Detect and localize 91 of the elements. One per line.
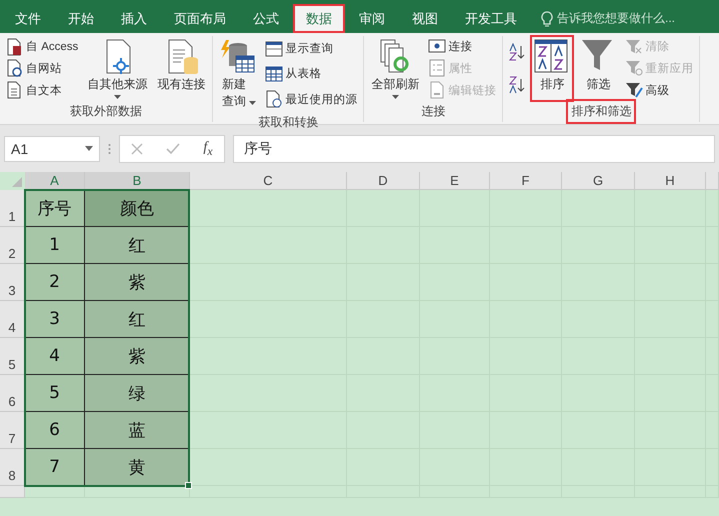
row-header[interactable]: 8: [0, 449, 25, 486]
cancel-icon[interactable]: [131, 142, 144, 154]
sort-icon: [534, 38, 570, 74]
ribbon-button[interactable]: 最近使用的源: [263, 89, 360, 110]
table-cell: [420, 190, 490, 227]
group-label: 排序和筛选: [568, 101, 634, 122]
table-cell: 3: [25, 301, 85, 338]
ribbon-tab[interactable]: 插入: [108, 4, 160, 33]
sort-ascending-icon[interactable]: [509, 43, 526, 62]
lightbulb-icon: [541, 10, 553, 26]
table-cell: 颜色: [85, 190, 190, 227]
row-header[interactable]: 7: [0, 412, 25, 449]
database-table-icon: [220, 38, 256, 74]
ribbon-button[interactable]: 自文本: [4, 80, 80, 100]
column-header[interactable]: D: [347, 172, 420, 190]
column-header[interactable]: E: [420, 172, 490, 190]
document-icon: [6, 38, 24, 56]
table-cell: 黄: [85, 449, 190, 486]
table-cell: 红: [85, 301, 190, 338]
column-header[interactable]: F: [490, 172, 562, 190]
name-box[interactable]: A1: [4, 136, 100, 162]
ribbon-tab[interactable]: 视图: [399, 4, 451, 33]
table-cell: 1: [25, 227, 85, 264]
tell-me-field[interactable]: 告诉我您想要做什么...: [541, 4, 676, 33]
column-header[interactable]: H: [635, 172, 706, 190]
funnel-icon: [625, 81, 644, 100]
ribbon-button[interactable]: 自网站: [4, 58, 80, 78]
column-header[interactable]: [706, 172, 719, 190]
ribbon-tab[interactable]: 审阅: [346, 4, 398, 33]
row-header[interactable]: 3: [0, 264, 25, 301]
ribbon-tab[interactable]: 页面布局: [161, 4, 239, 33]
table-cell: [635, 190, 706, 227]
table-cell: [25, 486, 85, 498]
ribbon-tab[interactable]: 开发工具: [452, 4, 530, 33]
ribbon-button[interactable]: 自 Access: [4, 36, 80, 57]
row-header[interactable]: 2: [0, 227, 25, 264]
ribbon-button[interactable]: 显示查询: [263, 38, 360, 59]
table-cell: [706, 190, 719, 227]
sort-descending-icon[interactable]: [509, 76, 526, 94]
column-header[interactable]: G: [562, 172, 635, 190]
checkmark-icon[interactable]: [166, 142, 180, 154]
ribbon-tab[interactable]: 文件: [2, 4, 54, 33]
table-cell: 7: [25, 449, 85, 486]
ribbon-button[interactable]: 从表格: [263, 64, 360, 84]
document-icon: [6, 59, 24, 78]
row-header[interactable]: 6: [0, 375, 25, 412]
table-cell: 6: [25, 412, 85, 449]
formula-field[interactable]: 序号: [233, 134, 715, 162]
ribbon-tab[interactable]: 数据: [293, 4, 345, 33]
list-icon: [428, 59, 446, 78]
column-header[interactable]: A: [25, 172, 85, 190]
ribbon-tab[interactable]: 开始: [55, 4, 107, 33]
select-all-icon: [12, 177, 22, 187]
ribbon-tab[interactable]: 公式: [240, 4, 292, 33]
table-cell: 5: [25, 375, 85, 412]
ribbon-button[interactable]: 自其他来源: [84, 36, 150, 101]
group-label: 连接: [420, 103, 446, 120]
table-cell: 4: [25, 338, 85, 375]
clock-document-icon: [265, 90, 284, 108]
dropdown-icon: [85, 146, 93, 151]
column-header[interactable]: B: [85, 172, 190, 190]
row-header[interactable]: [0, 486, 25, 498]
group-label: 获取和转换: [257, 114, 320, 131]
table-cell: 序号: [25, 190, 85, 227]
link-document-icon: [428, 81, 446, 100]
ribbon-button[interactable]: 高级: [623, 80, 696, 100]
ribbon-button[interactable]: 筛选: [577, 36, 620, 101]
ribbon-button[interactable]: 排序: [531, 36, 574, 101]
group-label: 获取外部数据: [69, 103, 144, 120]
table-icon: [265, 64, 284, 83]
ribbon-button[interactable]: 连接: [426, 36, 498, 57]
ribbon-button[interactable]: 现有连接: [154, 36, 208, 101]
insert-function-button[interactable]: f$_{x}$: [203, 140, 212, 158]
row-header[interactable]: 4: [0, 301, 25, 338]
table-cell: 红: [85, 227, 190, 264]
funnel-icon: [625, 38, 644, 56]
table-cell: 2: [25, 264, 85, 301]
ribbon-button[interactable]: 新建查询: [217, 36, 260, 112]
column-header[interactable]: C: [190, 172, 347, 190]
table-cell: [490, 190, 562, 227]
row-header[interactable]: 1: [0, 190, 25, 227]
row-header[interactable]: 5: [0, 338, 25, 375]
funnel-icon: [625, 59, 644, 78]
ribbon-button[interactable]: 全部刷新: [368, 36, 422, 101]
table-cell: 绿: [85, 375, 190, 412]
table-cell: 蓝: [85, 412, 190, 449]
table-icon: [265, 40, 284, 58]
table-cell: 紫: [85, 264, 190, 301]
fill-handle[interactable]: [185, 482, 192, 489]
table-cell: 紫: [85, 338, 190, 375]
grip-icon: [108, 142, 111, 154]
